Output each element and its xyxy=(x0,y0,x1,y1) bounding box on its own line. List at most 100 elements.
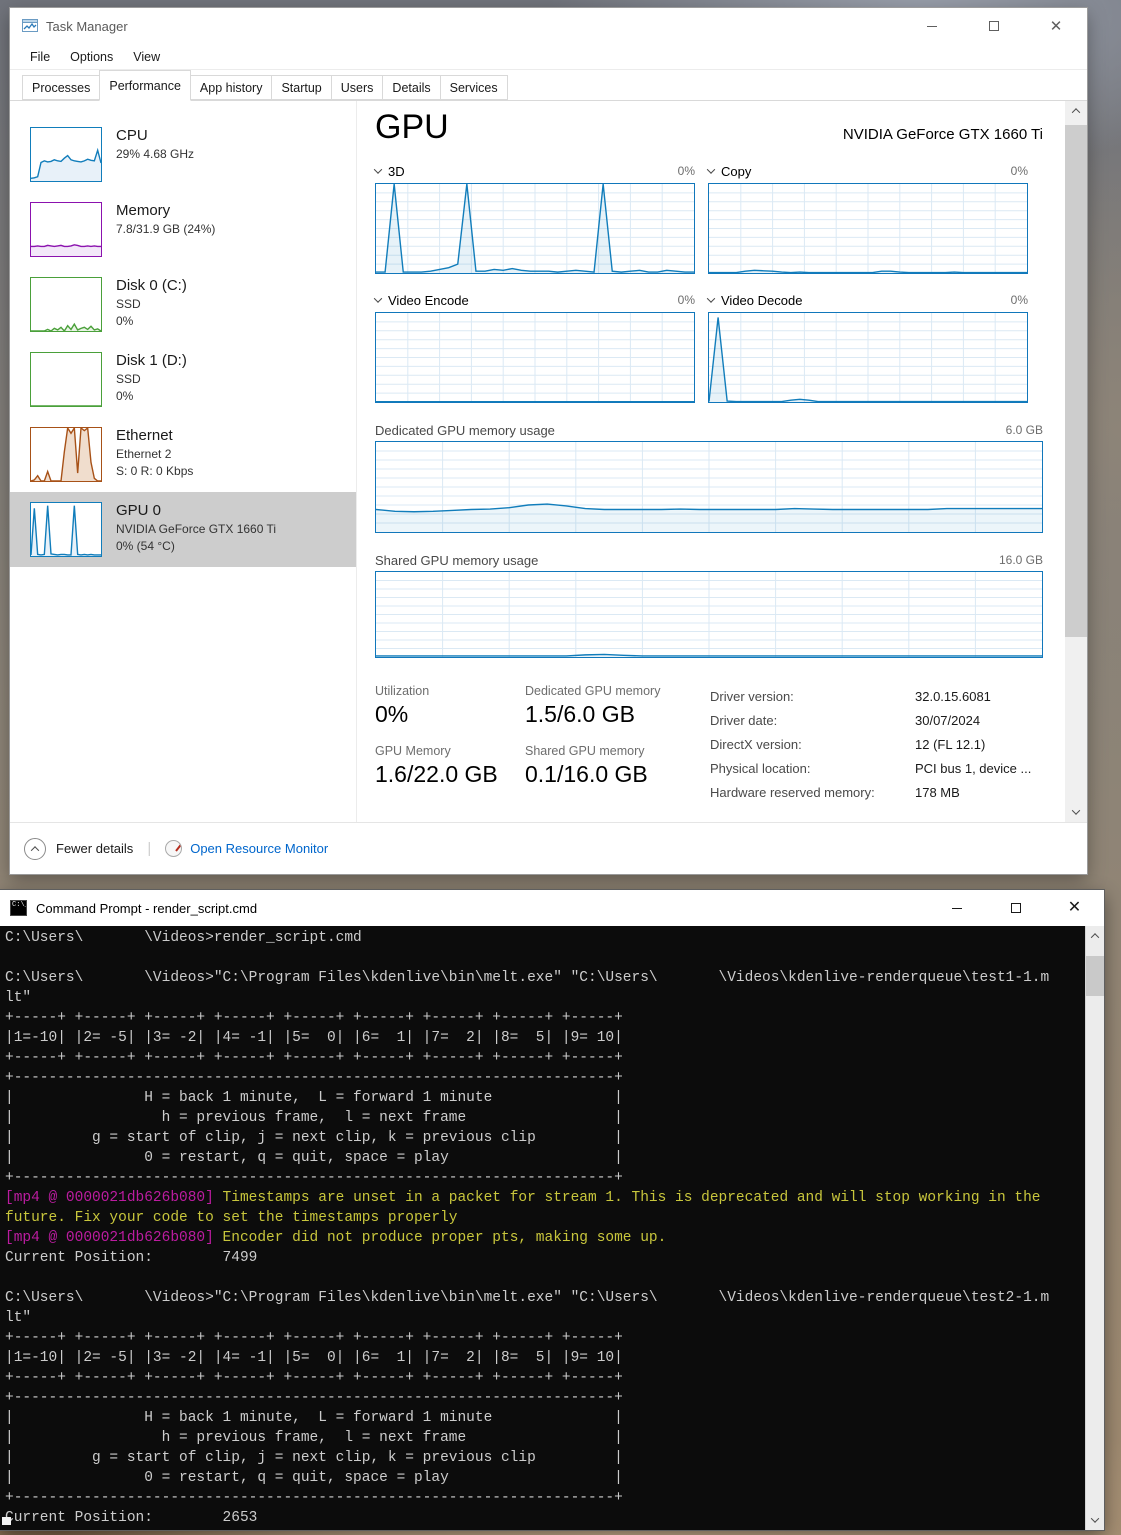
engine-decode-chart xyxy=(708,312,1028,403)
engine-encode-label[interactable]: Video Encode xyxy=(388,293,469,308)
terminal-line: [mp4 @ 0000021db626b080] Encoder did not… xyxy=(5,1230,667,1246)
memory-mini-chart xyxy=(30,202,102,257)
terminal-line: |1=-10| |2= -5| |3= -2| |4= -1| |5= 0| |… xyxy=(5,1030,623,1046)
performance-content: CPU 29% 4.68 GHz Memory 7.8/31.9 GB (24%… xyxy=(10,101,1087,822)
sidebar-item-ethernet[interactable]: Ethernet Ethernet 2 S: 0 R: 0 Kbps xyxy=(10,417,356,492)
tab-users[interactable]: Users xyxy=(330,75,383,100)
engine-decode-label[interactable]: Video Decode xyxy=(721,293,802,308)
gpu-device-name: NVIDIA GeForce GTX 1660 Ti xyxy=(842,126,1043,143)
memory-title: Memory xyxy=(116,202,171,219)
gpu0-device: NVIDIA GeForce GTX 1660 Ti xyxy=(116,522,277,536)
disk0-type: SSD xyxy=(116,297,141,311)
cpu-stats: 29% 4.68 GHz xyxy=(116,147,195,161)
terminal-scrollbar[interactable] xyxy=(1085,926,1104,1530)
menu-view[interactable]: View xyxy=(123,50,170,64)
terminal-line: | g = start of clip, j = next clip, k = … xyxy=(5,1130,623,1146)
menu-file[interactable]: File xyxy=(20,50,60,64)
utilization-value: 0% xyxy=(375,701,409,727)
chevron-down-icon[interactable] xyxy=(706,165,716,174)
minimize-button[interactable] xyxy=(901,8,963,44)
ethernet-adapter: Ethernet 2 xyxy=(116,447,172,461)
driver-date-value: 30/07/2024 xyxy=(915,712,981,728)
sidebar-item-memory[interactable]: Memory 7.8/31.9 GB (24%) xyxy=(10,192,356,267)
physical-location-label: Physical location: xyxy=(710,760,811,776)
terminal-line: | h = previous frame, l = next frame | xyxy=(5,1430,623,1446)
terminal-line: future. Fix your code to set the timesta… xyxy=(5,1210,458,1226)
scrollbar-thumb[interactable] xyxy=(1065,125,1087,637)
tab-services[interactable]: Services xyxy=(439,75,508,100)
gpu0-title: GPU 0 xyxy=(116,502,162,519)
disk1-title: Disk 1 (D:) xyxy=(116,352,187,369)
window-controls: ✕ xyxy=(901,8,1087,44)
engine-3d-value: 0% xyxy=(677,164,695,178)
sidebar-item-disk0[interactable]: Disk 0 (C:) SSD 0% xyxy=(10,267,356,342)
maximize-button[interactable] xyxy=(986,890,1045,926)
maximize-button[interactable] xyxy=(963,8,1025,44)
tab-performance[interactable]: Performance xyxy=(99,70,191,101)
chevron-up-icon xyxy=(1071,108,1081,117)
command-prompt-app-icon: C:\_ xyxy=(10,900,27,916)
close-button[interactable]: ✕ xyxy=(1045,890,1104,926)
fewer-details-label[interactable]: Fewer details xyxy=(56,841,133,856)
task-manager-app-icon xyxy=(22,19,38,32)
shared-memory-value: 0.1/16.0 GB xyxy=(525,761,648,787)
ethernet-mini-chart xyxy=(30,427,102,482)
window-controls: ✕ xyxy=(927,890,1104,926)
gpu-stats: Utilization 0% Dedicated GPU memory 1.5/… xyxy=(375,684,700,804)
disk1-type: SSD xyxy=(116,372,141,386)
hardware-reserved-label: Hardware reserved memory: xyxy=(710,784,875,800)
scroll-up-button[interactable] xyxy=(1086,926,1104,946)
chevron-down-icon[interactable] xyxy=(373,165,383,174)
terminal-line: +---------------------------------------… xyxy=(5,1390,623,1406)
tab-startup[interactable]: Startup xyxy=(271,75,331,100)
task-manager-scrollbar[interactable] xyxy=(1065,101,1087,822)
menu-bar: File Options View xyxy=(10,44,1087,70)
scroll-down-button[interactable] xyxy=(1086,1510,1104,1530)
sidebar-item-gpu0[interactable]: GPU 0 NVIDIA GeForce GTX 1660 Ti 0% (54 … xyxy=(10,492,356,567)
tab-processes[interactable]: Processes xyxy=(22,75,100,100)
terminal-output[interactable]: C:\Users\ \Videos>render_script.cmd C:\U… xyxy=(0,926,1104,1530)
close-button[interactable]: ✕ xyxy=(1025,8,1087,44)
footer-separator: | xyxy=(147,840,152,857)
engine-copy-label[interactable]: Copy xyxy=(721,164,751,179)
chevron-down-icon[interactable] xyxy=(706,294,716,303)
tab-details[interactable]: Details xyxy=(382,75,440,100)
engine-3d-label[interactable]: 3D xyxy=(388,164,405,179)
task-manager-titlebar: Task Manager ✕ xyxy=(10,8,1087,44)
terminal-line: +-----+ +-----+ +-----+ +-----+ +-----+ … xyxy=(5,1010,623,1026)
command-prompt-titlebar: C:\_ Command Prompt - render_script.cmd … xyxy=(0,890,1104,926)
terminal-line: | H = back 1 minute, L = forward 1 minut… xyxy=(5,1090,623,1106)
scroll-down-button[interactable] xyxy=(1065,802,1087,822)
terminal-line: C:\Users\ \Videos>render_script.cmd xyxy=(5,930,362,946)
engine-decode-value: 0% xyxy=(1010,293,1028,307)
minimize-icon xyxy=(927,25,937,27)
terminal-line: C:\Users\ \Videos>"C:\Program Files\kden… xyxy=(5,1290,1050,1306)
open-resource-monitor-link[interactable]: Open Resource Monitor xyxy=(190,841,328,856)
terminal-line: +---------------------------------------… xyxy=(5,1490,623,1506)
cpu-mini-chart xyxy=(30,127,102,182)
sidebar-item-cpu[interactable]: CPU 29% 4.68 GHz xyxy=(10,117,356,192)
chevron-up-icon xyxy=(1090,933,1100,942)
dedicated-memory-max: 6.0 GB xyxy=(1005,423,1043,437)
disk0-title: Disk 0 (C:) xyxy=(116,277,187,294)
utilization-label: Utilization xyxy=(375,684,430,698)
terminal-line: lt" xyxy=(5,1310,32,1326)
minimize-button[interactable] xyxy=(927,890,986,926)
terminal-line: Current Position: 7499 xyxy=(5,1250,258,1266)
window-title: Command Prompt - render_script.cmd xyxy=(36,900,258,916)
shared-memory-label: Shared GPU memory xyxy=(525,744,645,758)
sidebar-item-disk1[interactable]: Disk 1 (D:) SSD 0% xyxy=(10,342,356,417)
cpu-title: CPU xyxy=(116,127,148,144)
fewer-details-button[interactable] xyxy=(24,837,46,860)
terminal-line: +-----+ +-----+ +-----+ +-----+ +-----+ … xyxy=(5,1330,623,1346)
driver-date-label: Driver date: xyxy=(710,712,778,728)
disk1-mini-chart xyxy=(30,352,102,407)
terminal-line: | 0 = restart, q = quit, space = play | xyxy=(5,1470,623,1486)
tab-app-history[interactable]: App history xyxy=(190,75,272,100)
terminal-line: | h = previous frame, l = next frame | xyxy=(5,1110,623,1126)
disk1-usage: 0% xyxy=(116,389,134,403)
scrollbar-thumb[interactable] xyxy=(1086,956,1104,996)
scroll-up-button[interactable] xyxy=(1065,101,1087,121)
menu-options[interactable]: Options xyxy=(60,50,123,64)
chevron-down-icon[interactable] xyxy=(373,294,383,303)
